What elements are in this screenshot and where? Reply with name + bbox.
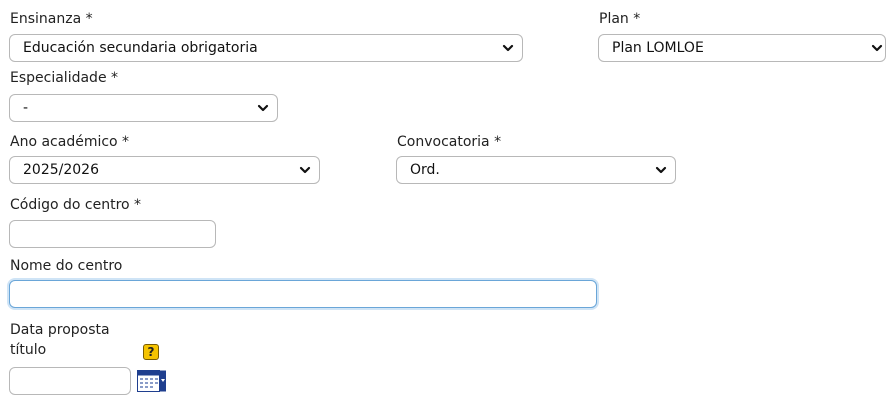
- ano-academico-label: Ano académico *: [10, 134, 130, 150]
- especialidade-value: -: [23, 100, 29, 116]
- plan-label: Plan *: [599, 11, 641, 27]
- chevron-down-icon: [257, 104, 269, 112]
- ano-academico-select[interactable]: 2025/2026: [9, 156, 320, 184]
- chevron-down-icon: [655, 166, 667, 174]
- data-proposta-label-line1: Data proposta: [10, 322, 110, 338]
- convocatoria-value: Ord.: [410, 162, 440, 178]
- data-proposta-label-line2: título: [10, 342, 47, 358]
- convocatoria-label: Convocatoria *: [397, 134, 502, 150]
- especialidade-select[interactable]: -: [9, 94, 278, 122]
- help-icon[interactable]: ?: [143, 344, 159, 360]
- ano-academico-value: 2025/2026: [23, 162, 99, 178]
- codigo-centro-input[interactable]: [9, 220, 216, 248]
- calendar-icon[interactable]: [137, 370, 167, 392]
- chevron-down-icon: [871, 44, 883, 52]
- ensinanza-value: Educación secundaria obrigatoria: [23, 40, 258, 56]
- plan-value: Plan LOMLOE: [612, 40, 704, 56]
- convocatoria-select[interactable]: Ord.: [396, 156, 676, 184]
- data-proposta-input[interactable]: [9, 367, 131, 395]
- ensinanza-label: Ensinanza *: [10, 11, 93, 27]
- nome-centro-input[interactable]: [9, 280, 597, 308]
- chevron-down-icon: [502, 44, 514, 52]
- especialidade-label: Especialidade *: [10, 70, 119, 86]
- nome-centro-label: Nome do centro: [10, 258, 123, 274]
- chevron-down-icon: [299, 166, 311, 174]
- plan-select[interactable]: Plan LOMLOE: [598, 34, 886, 62]
- codigo-centro-label: Código do centro *: [10, 197, 142, 213]
- ensinanza-select[interactable]: Educación secundaria obrigatoria: [9, 34, 523, 62]
